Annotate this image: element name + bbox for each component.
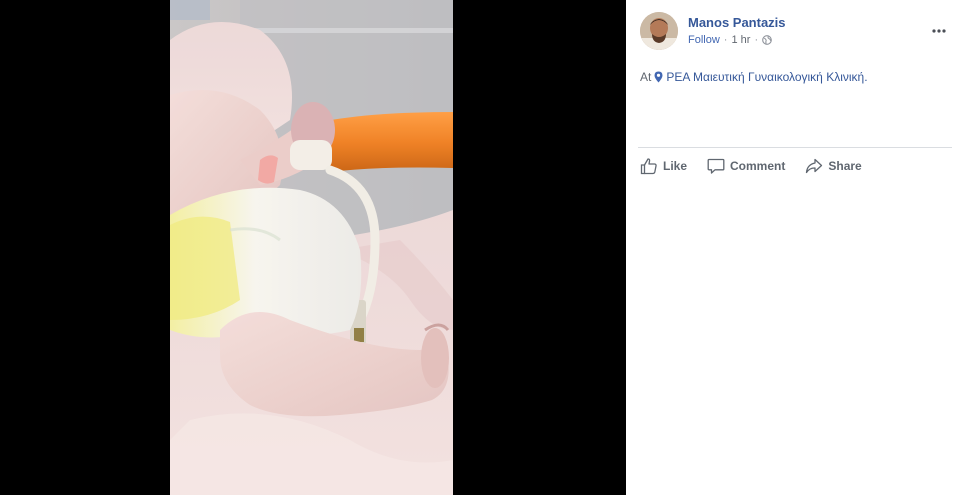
meta-separator-2: ·: [754, 34, 759, 46]
globe-icon[interactable]: [762, 35, 772, 45]
share-label: Share: [828, 159, 862, 173]
photo-stage[interactable]: [0, 0, 626, 495]
photo-theater: Manos Pantazis Follow · 1 hr · At ΡΕΑ Μα…: [0, 0, 960, 495]
share-button[interactable]: Share: [805, 157, 862, 175]
post-timestamp[interactable]: 1 hr: [731, 34, 750, 46]
comment-button[interactable]: Comment: [707, 157, 785, 175]
post-meta: Follow · 1 hr ·: [688, 34, 772, 46]
checkin-location: At ΡΕΑ Μαιευτική Γυναικολογική Κλινική.: [640, 70, 950, 84]
more-options-button[interactable]: [930, 22, 948, 40]
meta-separator: ·: [723, 34, 728, 46]
post-action-bar: Like Comment Share: [640, 156, 862, 176]
post-header: Manos Pantazis Follow · 1 hr ·: [640, 12, 952, 52]
share-arrow-icon: [805, 157, 823, 175]
post-side-panel: Manos Pantazis Follow · 1 hr · At ΡΕΑ Μα…: [626, 0, 960, 495]
more-dots-icon: [932, 29, 946, 33]
thumbs-up-icon: [640, 157, 658, 175]
checkin-prefix: At: [640, 70, 652, 84]
follow-link[interactable]: Follow: [688, 34, 720, 46]
author-avatar[interactable]: [640, 12, 678, 50]
actions-divider: [638, 147, 952, 148]
map-pin-icon: [654, 71, 663, 83]
post-photo: [170, 0, 453, 495]
author-name[interactable]: Manos Pantazis: [688, 15, 786, 30]
place-link[interactable]: ΡΕΑ Μαιευτική Γυναικολογική Κλινική.: [666, 70, 867, 84]
comment-label: Comment: [730, 159, 786, 173]
like-label: Like: [663, 159, 688, 173]
comment-bubble-icon: [707, 157, 725, 175]
like-button[interactable]: Like: [640, 157, 687, 175]
